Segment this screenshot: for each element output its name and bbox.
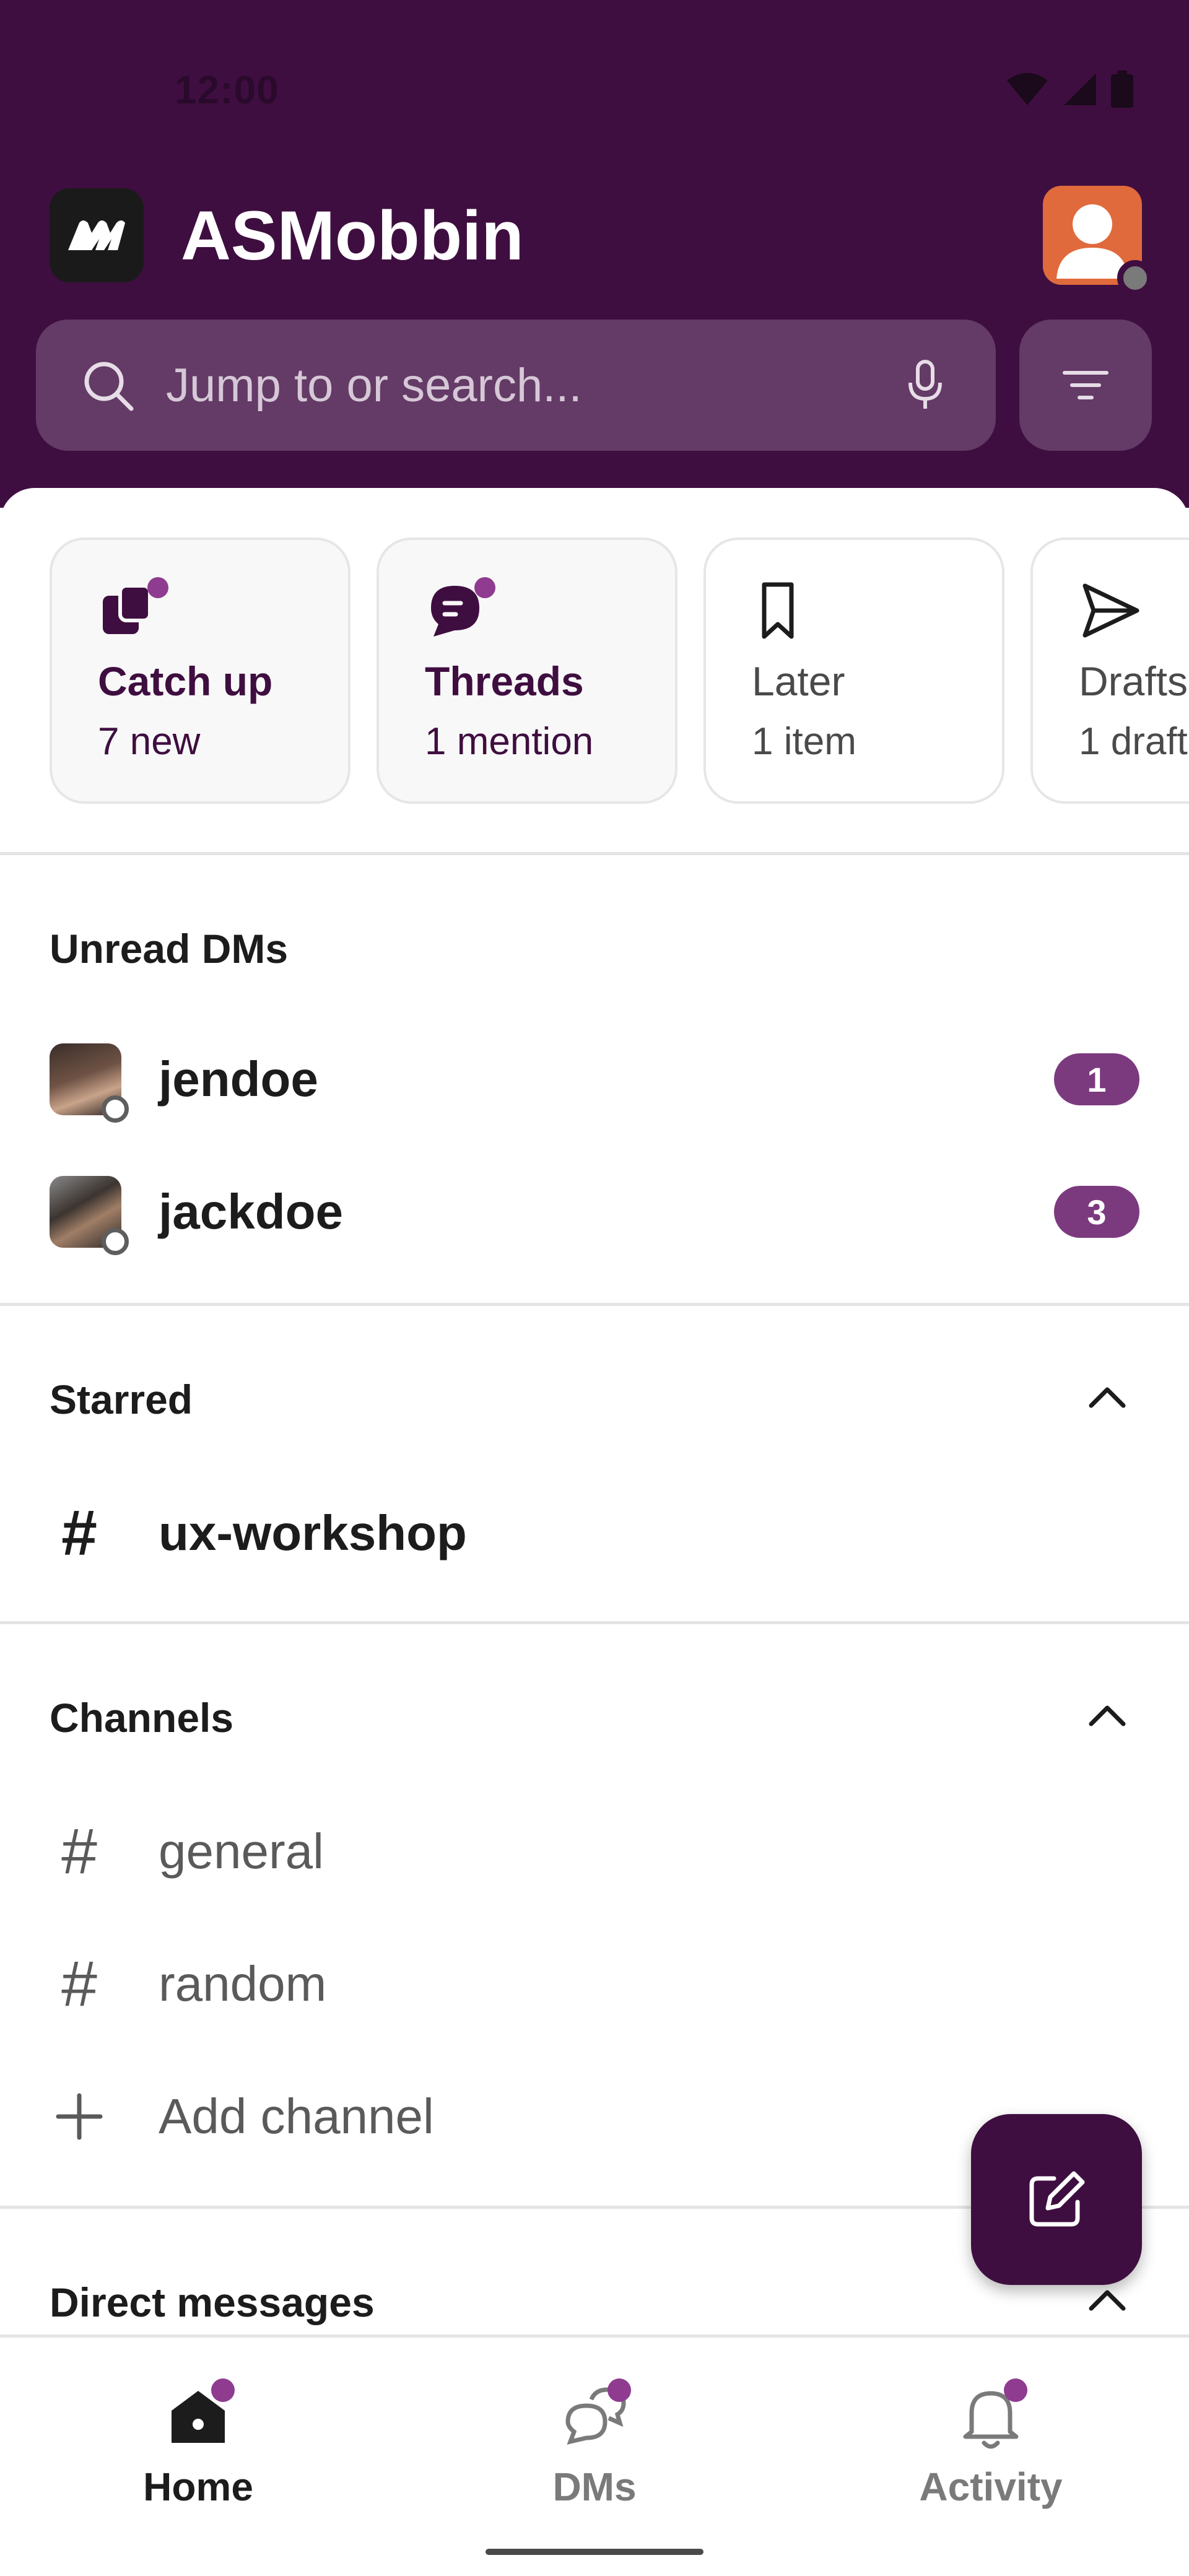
card-title: Catch up [98, 658, 273, 704]
card-title: Threads [425, 658, 584, 704]
battery-icon [1111, 71, 1133, 108]
later-card[interactable]: Later 1 item [703, 537, 1004, 804]
nav-tab-home[interactable]: Home [74, 2375, 322, 2510]
channel-row-general[interactable]: # general [50, 1808, 324, 1895]
search-icon [84, 362, 134, 411]
notification-dot [474, 577, 495, 598]
plus-icon [56, 2093, 103, 2140]
channel-row-random[interactable]: # random [50, 1941, 326, 2027]
microphone-icon[interactable] [907, 359, 944, 411]
catch-up-card[interactable]: Catch up 7 new [50, 537, 351, 804]
filter-button[interactable] [1019, 320, 1152, 451]
notification-dot [211, 2378, 235, 2402]
workspace-logo-icon [50, 188, 144, 282]
compose-button[interactable] [971, 2114, 1142, 2285]
avatar [50, 1176, 129, 1255]
nav-tab-dms[interactable]: DMs [471, 2375, 718, 2510]
presence-indicator [102, 1228, 129, 1255]
chevron-up-icon[interactable] [1085, 1693, 1130, 1738]
hash-icon: # [61, 1947, 97, 2020]
search-bar[interactable]: Jump to or search... [36, 320, 996, 451]
threads-icon [426, 577, 495, 645]
add-channel-button[interactable]: Add channel [50, 2073, 434, 2160]
home-indicator[interactable] [486, 2549, 703, 2555]
starred-title[interactable]: Starred [50, 1376, 193, 1423]
notification-dot [1004, 2378, 1027, 2402]
bottom-navigation: Home DMs Activity [0, 2334, 1189, 2576]
nav-label: Home [143, 2465, 253, 2509]
dm-name: jendoe [159, 1051, 318, 1107]
filter-icon [1063, 371, 1108, 399]
catch-up-icon [99, 577, 168, 645]
profile-avatar[interactable] [1043, 186, 1153, 296]
presence-indicator [102, 1095, 129, 1123]
card-title: Drafts [1079, 658, 1188, 704]
status-icons [1006, 69, 1133, 109]
channel-name: ux-workshop [159, 1505, 467, 1560]
divider [0, 1303, 1189, 1306]
card-subtitle: 1 item [752, 720, 856, 763]
unread-count-badge: 1 [1054, 1053, 1139, 1105]
card-subtitle: 1 mention [425, 720, 594, 763]
threads-card[interactable]: Threads 1 mention [377, 537, 677, 804]
channel-name: random [159, 1956, 327, 2011]
status-time: 12:00 [175, 67, 279, 112]
notification-dot [147, 577, 168, 598]
app-header: 12:00 ASMobbin Jump to or search... [0, 0, 1189, 508]
card-subtitle: 7 new [98, 720, 201, 763]
workspace-name: ASMobbin [181, 196, 524, 274]
nav-label: Activity [919, 2465, 1063, 2509]
unread-count-badge: 3 [1054, 1186, 1139, 1238]
search-placeholder: Jump to or search... [166, 359, 582, 412]
dm-row-jackdoe[interactable]: jackdoe 3 [50, 1165, 1139, 1258]
card-subtitle: 1 draft [1079, 720, 1188, 763]
signal-icon [1064, 73, 1096, 105]
dm-name: jackdoe [159, 1184, 343, 1239]
compose-icon [1029, 2171, 1085, 2227]
channel-row-ux-workshop[interactable]: # ux-workshop [50, 1490, 467, 1577]
nav-label: DMs [552, 2465, 637, 2509]
chevron-up-icon[interactable] [1085, 1375, 1130, 1419]
bookmark-icon [753, 577, 821, 645]
card-title: Later [752, 658, 845, 704]
dms-icon [554, 2375, 635, 2455]
send-icon [1080, 577, 1148, 645]
direct-messages-title[interactable]: Direct messages [50, 2279, 375, 2326]
wifi-icon [1007, 73, 1048, 105]
avatar [50, 1043, 129, 1123]
channel-name: general [159, 1824, 324, 1879]
presence-dot [1117, 260, 1153, 296]
divider [0, 852, 1189, 855]
unread-dms-title: Unread DMs [50, 926, 289, 972]
quick-cards-row: Catch up 7 new Threads 1 mention Later 1… [50, 537, 1189, 804]
status-bar: 12:00 [0, 0, 1189, 173]
workspace-switcher[interactable]: ASMobbin [50, 186, 524, 285]
drafts-card[interactable]: Drafts 1 draft [1030, 537, 1189, 804]
dm-row-jendoe[interactable]: jendoe 1 [50, 1033, 1139, 1126]
channels-title[interactable]: Channels [50, 1694, 233, 1741]
bell-icon [951, 2375, 1031, 2455]
hash-icon: # [61, 1497, 97, 1569]
home-icon [158, 2375, 238, 2455]
notification-dot [608, 2378, 631, 2402]
hash-icon: # [61, 1815, 97, 1887]
nav-tab-activity[interactable]: Activity [867, 2375, 1115, 2510]
divider [0, 1621, 1189, 1624]
add-channel-label: Add channel [159, 2089, 434, 2144]
